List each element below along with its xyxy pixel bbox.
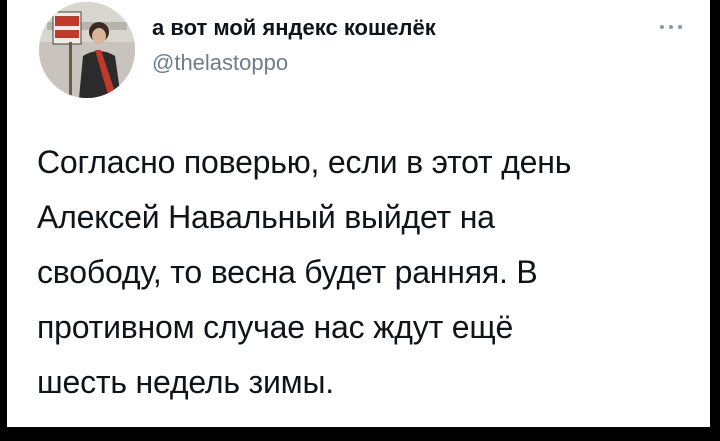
more-horizontal-icon — [660, 25, 682, 29]
tweet-text-line: Алексей Навальный выйдет на — [37, 199, 495, 235]
screenshot-frame: а вот мой яндекс кошелёк @thelastoppo Со… — [0, 0, 720, 441]
tweet-text-line: шесть недель зимы. — [37, 364, 334, 400]
tweet-text: Согласно поверью, если в этот день Алекс… — [37, 135, 697, 410]
tweet-text-line: противном случае нас ждут ещё — [37, 309, 514, 345]
bottom-border — [0, 427, 720, 441]
avatar[interactable] — [39, 2, 135, 98]
tweet-text-line: Согласно поверью, если в этот день — [37, 144, 572, 180]
tweet-text-line: свободу, то весна будет ранняя. В — [37, 254, 538, 290]
avatar-image — [39, 2, 135, 98]
more-options-button[interactable] — [657, 20, 685, 34]
author-display-name[interactable]: а вот мой яндекс кошелёк — [152, 14, 436, 42]
author-handle[interactable]: @thelastoppo — [152, 50, 288, 76]
tweet-card: а вот мой яндекс кошелёк @thelastoppo Со… — [7, 0, 710, 427]
